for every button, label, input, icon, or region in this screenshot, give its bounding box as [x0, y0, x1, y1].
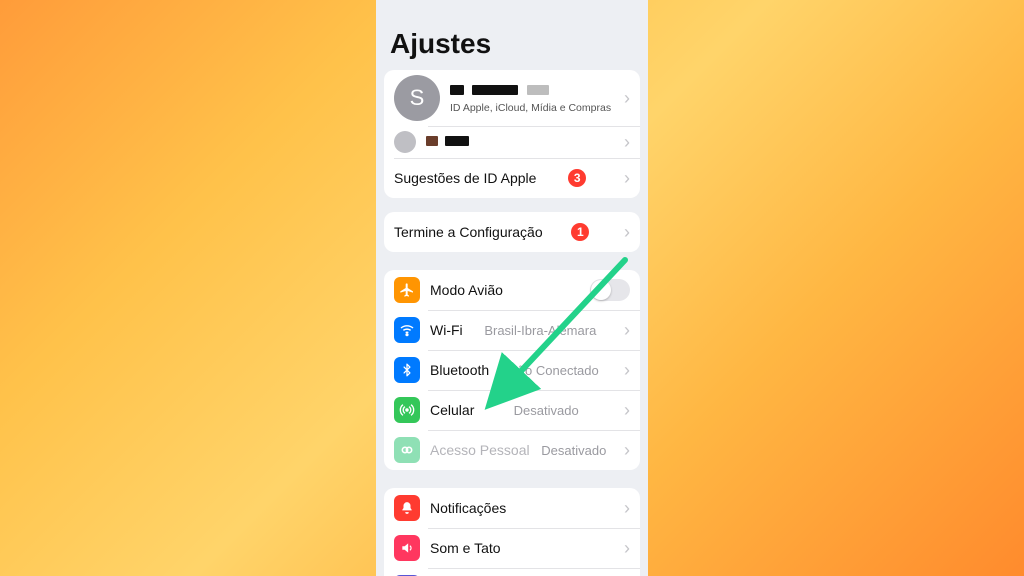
chevron-right-icon: › [618, 539, 630, 557]
hotspot-icon [394, 437, 420, 463]
chevron-right-icon: › [618, 169, 630, 187]
chevron-right-icon: › [618, 133, 630, 151]
appleid-profile-row[interactable]: S ID Apple, iCloud, Mídia e Compras › [384, 70, 640, 126]
secondary-name-redacted [426, 133, 469, 151]
finish-setup-row[interactable]: Termine a Configuração 1 › [384, 212, 640, 252]
row-value: Desativado [541, 443, 606, 458]
speaker-icon [394, 535, 420, 561]
antenna-icon [394, 397, 420, 423]
focus-row[interactable]: Foco › [384, 568, 640, 576]
notifications-row[interactable]: Notificações › [384, 488, 640, 528]
chevron-right-icon: › [618, 441, 630, 459]
profile-name-redacted [450, 82, 611, 100]
row-label: Termine a Configuração [394, 224, 543, 240]
chevron-right-icon: › [618, 223, 630, 241]
annotation-arrow [460, 250, 660, 430]
page-title: Ajustes [376, 0, 648, 70]
system-group: Notificações › Som e Tato › Foco › [384, 488, 640, 576]
row-label: Notificações [430, 500, 506, 516]
row-label: Wi-Fi [430, 322, 463, 338]
sounds-row[interactable]: Som e Tato › [384, 528, 640, 568]
notification-badge: 3 [568, 169, 586, 187]
appleid-suggestions-row[interactable]: Sugestões de ID Apple 3 › [384, 158, 640, 198]
hotspot-row[interactable]: Acesso Pessoal Desativado › [384, 430, 640, 470]
avatar: S [394, 75, 440, 121]
finish-setup-group: Termine a Configuração 1 › [384, 212, 640, 252]
wifi-icon [394, 317, 420, 343]
chevron-right-icon: › [618, 499, 630, 517]
row-label: Acesso Pessoal [430, 442, 530, 458]
profile-subtitle: ID Apple, iCloud, Mídia e Compras [450, 102, 611, 114]
airplane-icon [394, 277, 420, 303]
chevron-right-icon: › [618, 89, 630, 107]
avatar-small [394, 131, 416, 153]
secondary-account-row[interactable]: › [384, 126, 640, 158]
bell-icon [394, 495, 420, 521]
appleid-group: S ID Apple, iCloud, Mídia e Compras › [384, 70, 640, 198]
row-label: Sugestões de ID Apple [394, 170, 536, 186]
notification-badge: 1 [571, 223, 589, 241]
bluetooth-icon [394, 357, 420, 383]
row-label: Som e Tato [430, 540, 501, 556]
